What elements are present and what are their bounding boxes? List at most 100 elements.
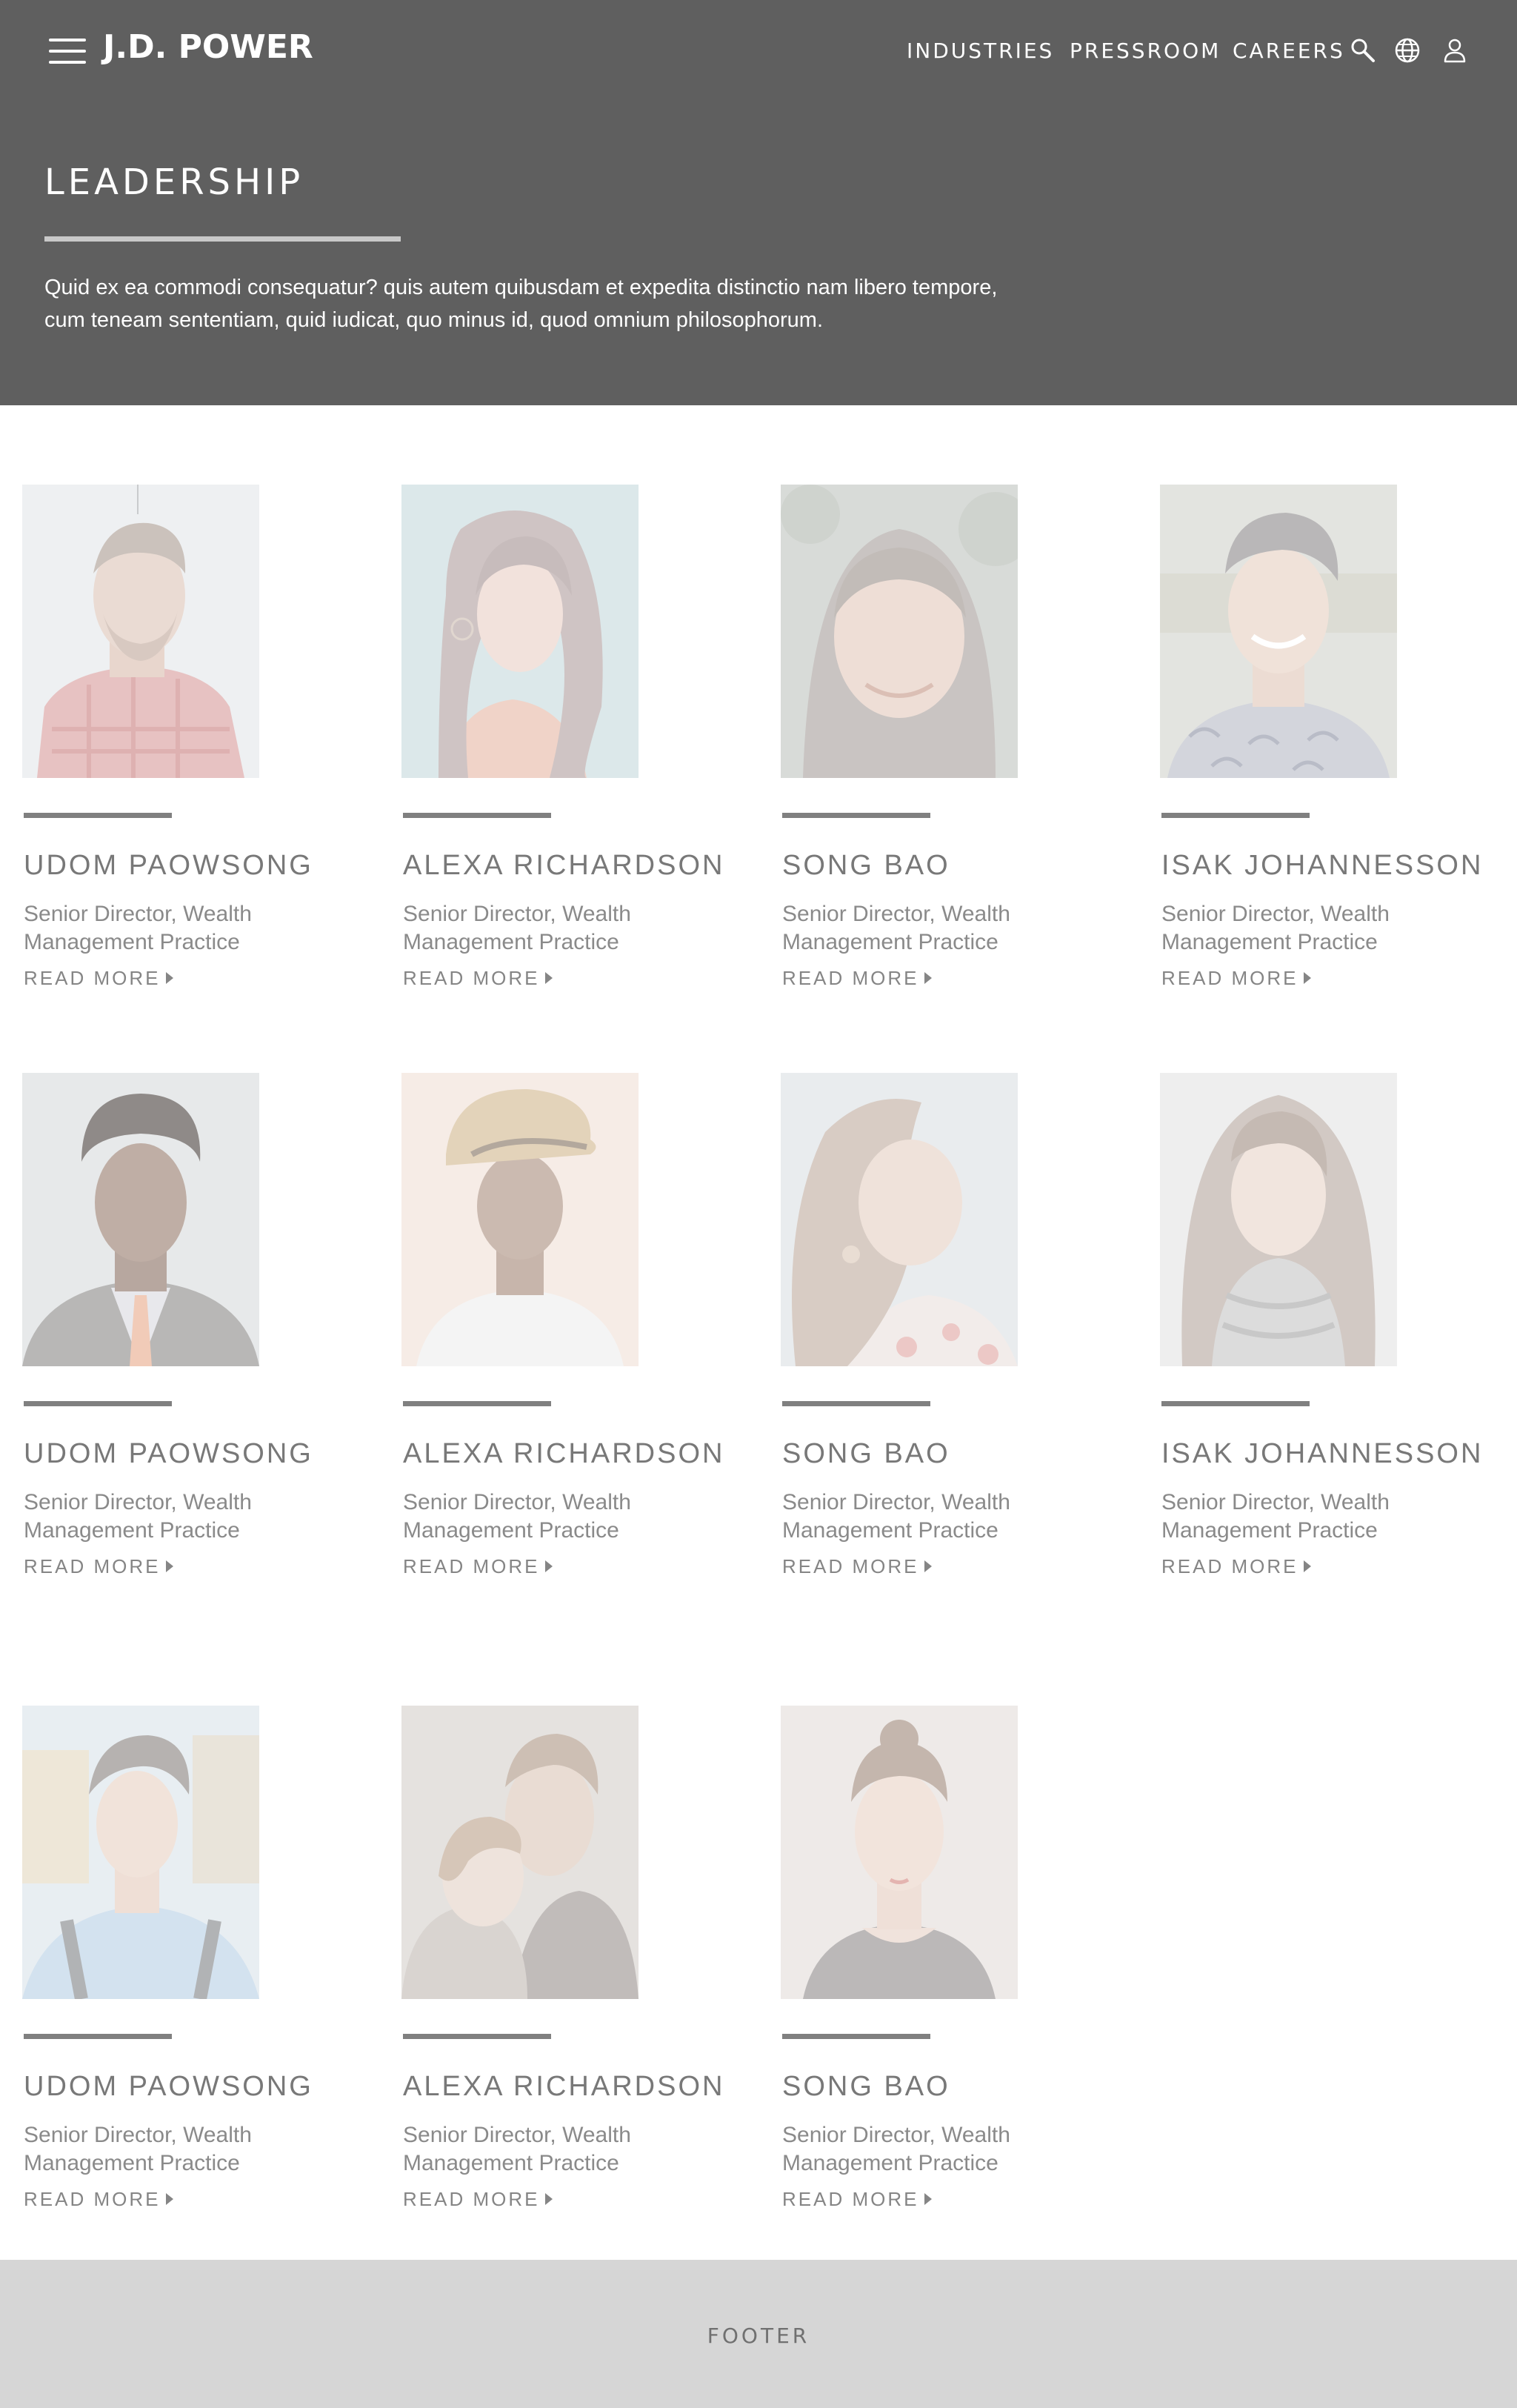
leader-name: ALEXA RICHARDSON bbox=[403, 850, 725, 881]
card-divider bbox=[403, 2034, 551, 2039]
card-divider bbox=[782, 2034, 930, 2039]
read-more-label: READ MORE bbox=[24, 967, 161, 989]
user-icon[interactable] bbox=[1441, 37, 1468, 64]
globe-icon[interactable] bbox=[1394, 37, 1421, 64]
leader-name: SONG BAO bbox=[782, 1438, 950, 1469]
leader-name: ALEXA RICHARDSON bbox=[403, 1438, 725, 1469]
caret-right-icon bbox=[166, 1560, 174, 1572]
leader-photo[interactable] bbox=[401, 1073, 639, 1366]
card-divider bbox=[782, 1401, 930, 1406]
read-more-link[interactable]: READ MORE bbox=[403, 1555, 553, 1578]
leader-card: SONG BAO Senior Director, Wealth Managem… bbox=[781, 1073, 1136, 1592]
leader-card: UDOM PAOWSONG Senior Director, Wealth Ma… bbox=[22, 1706, 378, 2224]
caret-right-icon bbox=[545, 972, 553, 984]
read-more-link[interactable]: READ MORE bbox=[403, 2188, 553, 2211]
nav-pressroom[interactable]: PRESSROOM bbox=[1070, 39, 1221, 63]
leader-card: ALEXA RICHARDSON Senior Director, Wealth… bbox=[401, 1706, 757, 2224]
leader-title: Senior Director, Wealth Management Pract… bbox=[782, 1490, 1010, 1543]
leader-name: UDOM PAOWSONG bbox=[24, 850, 313, 881]
read-more-link[interactable]: READ MORE bbox=[782, 967, 933, 990]
leader-title: Senior Director, Wealth Management Pract… bbox=[782, 902, 1010, 954]
page-title: LEADERSHIP bbox=[44, 162, 304, 203]
card-divider bbox=[24, 1401, 172, 1406]
leader-card: ISAK JOHANNESSON Senior Director, Wealth… bbox=[1160, 1073, 1516, 1592]
leader-title: Senior Director, Wealth Management Pract… bbox=[403, 1490, 631, 1543]
leader-photo[interactable] bbox=[781, 1073, 1018, 1366]
leader-name: UDOM PAOWSONG bbox=[24, 2071, 313, 2102]
read-more-link[interactable]: READ MORE bbox=[1161, 1555, 1312, 1578]
caret-right-icon bbox=[924, 1560, 933, 1572]
leader-card: SONG BAO Senior Director, Wealth Managem… bbox=[781, 1706, 1136, 2224]
leader-card: ISAK JOHANNESSON Senior Director, Wealth… bbox=[1160, 485, 1516, 1003]
title-divider bbox=[44, 236, 401, 242]
read-more-link[interactable]: READ MORE bbox=[24, 1555, 174, 1578]
intro-text: Quid ex ea commodi consequatur? quis aut… bbox=[44, 276, 998, 332]
leader-card: ALEXA RICHARDSON Senior Director, Wealth… bbox=[401, 1073, 757, 1592]
site-header: J.D. POWER INDUSTRIES PRESSROOM CAREERS bbox=[0, 0, 1517, 405]
read-more-label: READ MORE bbox=[24, 1555, 161, 1577]
card-divider bbox=[1161, 813, 1310, 818]
footer-label: FOOTER bbox=[707, 2324, 810, 2348]
leader-photo[interactable] bbox=[781, 1706, 1018, 1999]
caret-right-icon bbox=[1304, 1560, 1312, 1572]
leader-name: ISAK JOHANNESSON bbox=[1161, 850, 1484, 881]
card-divider bbox=[403, 813, 551, 818]
read-more-label: READ MORE bbox=[782, 1555, 919, 1577]
leader-name: UDOM PAOWSONG bbox=[24, 1438, 313, 1469]
leader-photo[interactable] bbox=[401, 485, 639, 778]
leader-name: SONG BAO bbox=[782, 2071, 950, 2102]
caret-right-icon bbox=[545, 2193, 553, 2205]
card-divider bbox=[24, 2034, 172, 2039]
leader-name: ALEXA RICHARDSON bbox=[403, 2071, 725, 2102]
caret-right-icon bbox=[166, 2193, 174, 2205]
leader-title: Senior Director, Wealth Management Pract… bbox=[24, 1490, 252, 1543]
card-divider bbox=[24, 813, 172, 818]
leader-title: Senior Director, Wealth Management Pract… bbox=[403, 902, 631, 954]
card-divider bbox=[1161, 1401, 1310, 1406]
leader-photo[interactable] bbox=[401, 1706, 639, 1999]
leader-title: Senior Director, Wealth Management Pract… bbox=[403, 2123, 631, 2175]
leader-card: SONG BAO Senior Director, Wealth Managem… bbox=[781, 485, 1136, 1003]
site-footer: FOOTER bbox=[0, 2260, 1517, 2408]
caret-right-icon bbox=[166, 972, 174, 984]
leader-name: SONG BAO bbox=[782, 850, 950, 881]
menu-icon[interactable] bbox=[49, 37, 86, 65]
leader-title: Senior Director, Wealth Management Pract… bbox=[1161, 902, 1390, 954]
card-divider bbox=[782, 813, 930, 818]
read-more-label: READ MORE bbox=[403, 967, 540, 989]
read-more-link[interactable]: READ MORE bbox=[24, 967, 174, 990]
leader-title: Senior Director, Wealth Management Pract… bbox=[1161, 1490, 1390, 1543]
read-more-link[interactable]: READ MORE bbox=[782, 1555, 933, 1578]
caret-right-icon bbox=[545, 1560, 553, 1572]
leader-title: Senior Director, Wealth Management Pract… bbox=[782, 2123, 1010, 2175]
read-more-label: READ MORE bbox=[1161, 967, 1298, 989]
caret-right-icon bbox=[924, 2193, 933, 2205]
leader-photo[interactable] bbox=[1160, 1073, 1397, 1366]
leader-photo[interactable] bbox=[22, 1706, 259, 1999]
leader-title: Senior Director, Wealth Management Pract… bbox=[24, 2123, 252, 2175]
caret-right-icon bbox=[1304, 972, 1312, 984]
leader-photo[interactable] bbox=[781, 485, 1018, 778]
read-more-link[interactable]: READ MORE bbox=[403, 967, 553, 990]
read-more-label: READ MORE bbox=[782, 967, 919, 989]
leader-card: UDOM PAOWSONG Senior Director, Wealth Ma… bbox=[22, 1073, 378, 1592]
caret-right-icon bbox=[924, 972, 933, 984]
read-more-link[interactable]: READ MORE bbox=[1161, 967, 1312, 990]
read-more-label: READ MORE bbox=[403, 2188, 540, 2210]
card-divider bbox=[403, 1401, 551, 1406]
read-more-link[interactable]: READ MORE bbox=[24, 2188, 174, 2211]
read-more-link[interactable]: READ MORE bbox=[782, 2188, 933, 2211]
leader-card: ALEXA RICHARDSON Senior Director, Wealth… bbox=[401, 485, 757, 1003]
nav-careers[interactable]: CAREERS bbox=[1233, 39, 1345, 63]
leader-title: Senior Director, Wealth Management Pract… bbox=[24, 902, 252, 954]
read-more-label: READ MORE bbox=[403, 1555, 540, 1577]
read-more-label: READ MORE bbox=[1161, 1555, 1298, 1577]
search-icon[interactable] bbox=[1350, 37, 1376, 64]
leader-card: UDOM PAOWSONG Senior Director, Wealth Ma… bbox=[22, 485, 378, 1003]
site-logo[interactable]: J.D. POWER bbox=[103, 28, 313, 66]
leader-photo[interactable] bbox=[1160, 485, 1397, 778]
nav-industries[interactable]: INDUSTRIES bbox=[907, 39, 1054, 63]
leader-photo[interactable] bbox=[22, 485, 259, 778]
leader-photo[interactable] bbox=[22, 1073, 259, 1366]
read-more-label: READ MORE bbox=[24, 2188, 161, 2210]
